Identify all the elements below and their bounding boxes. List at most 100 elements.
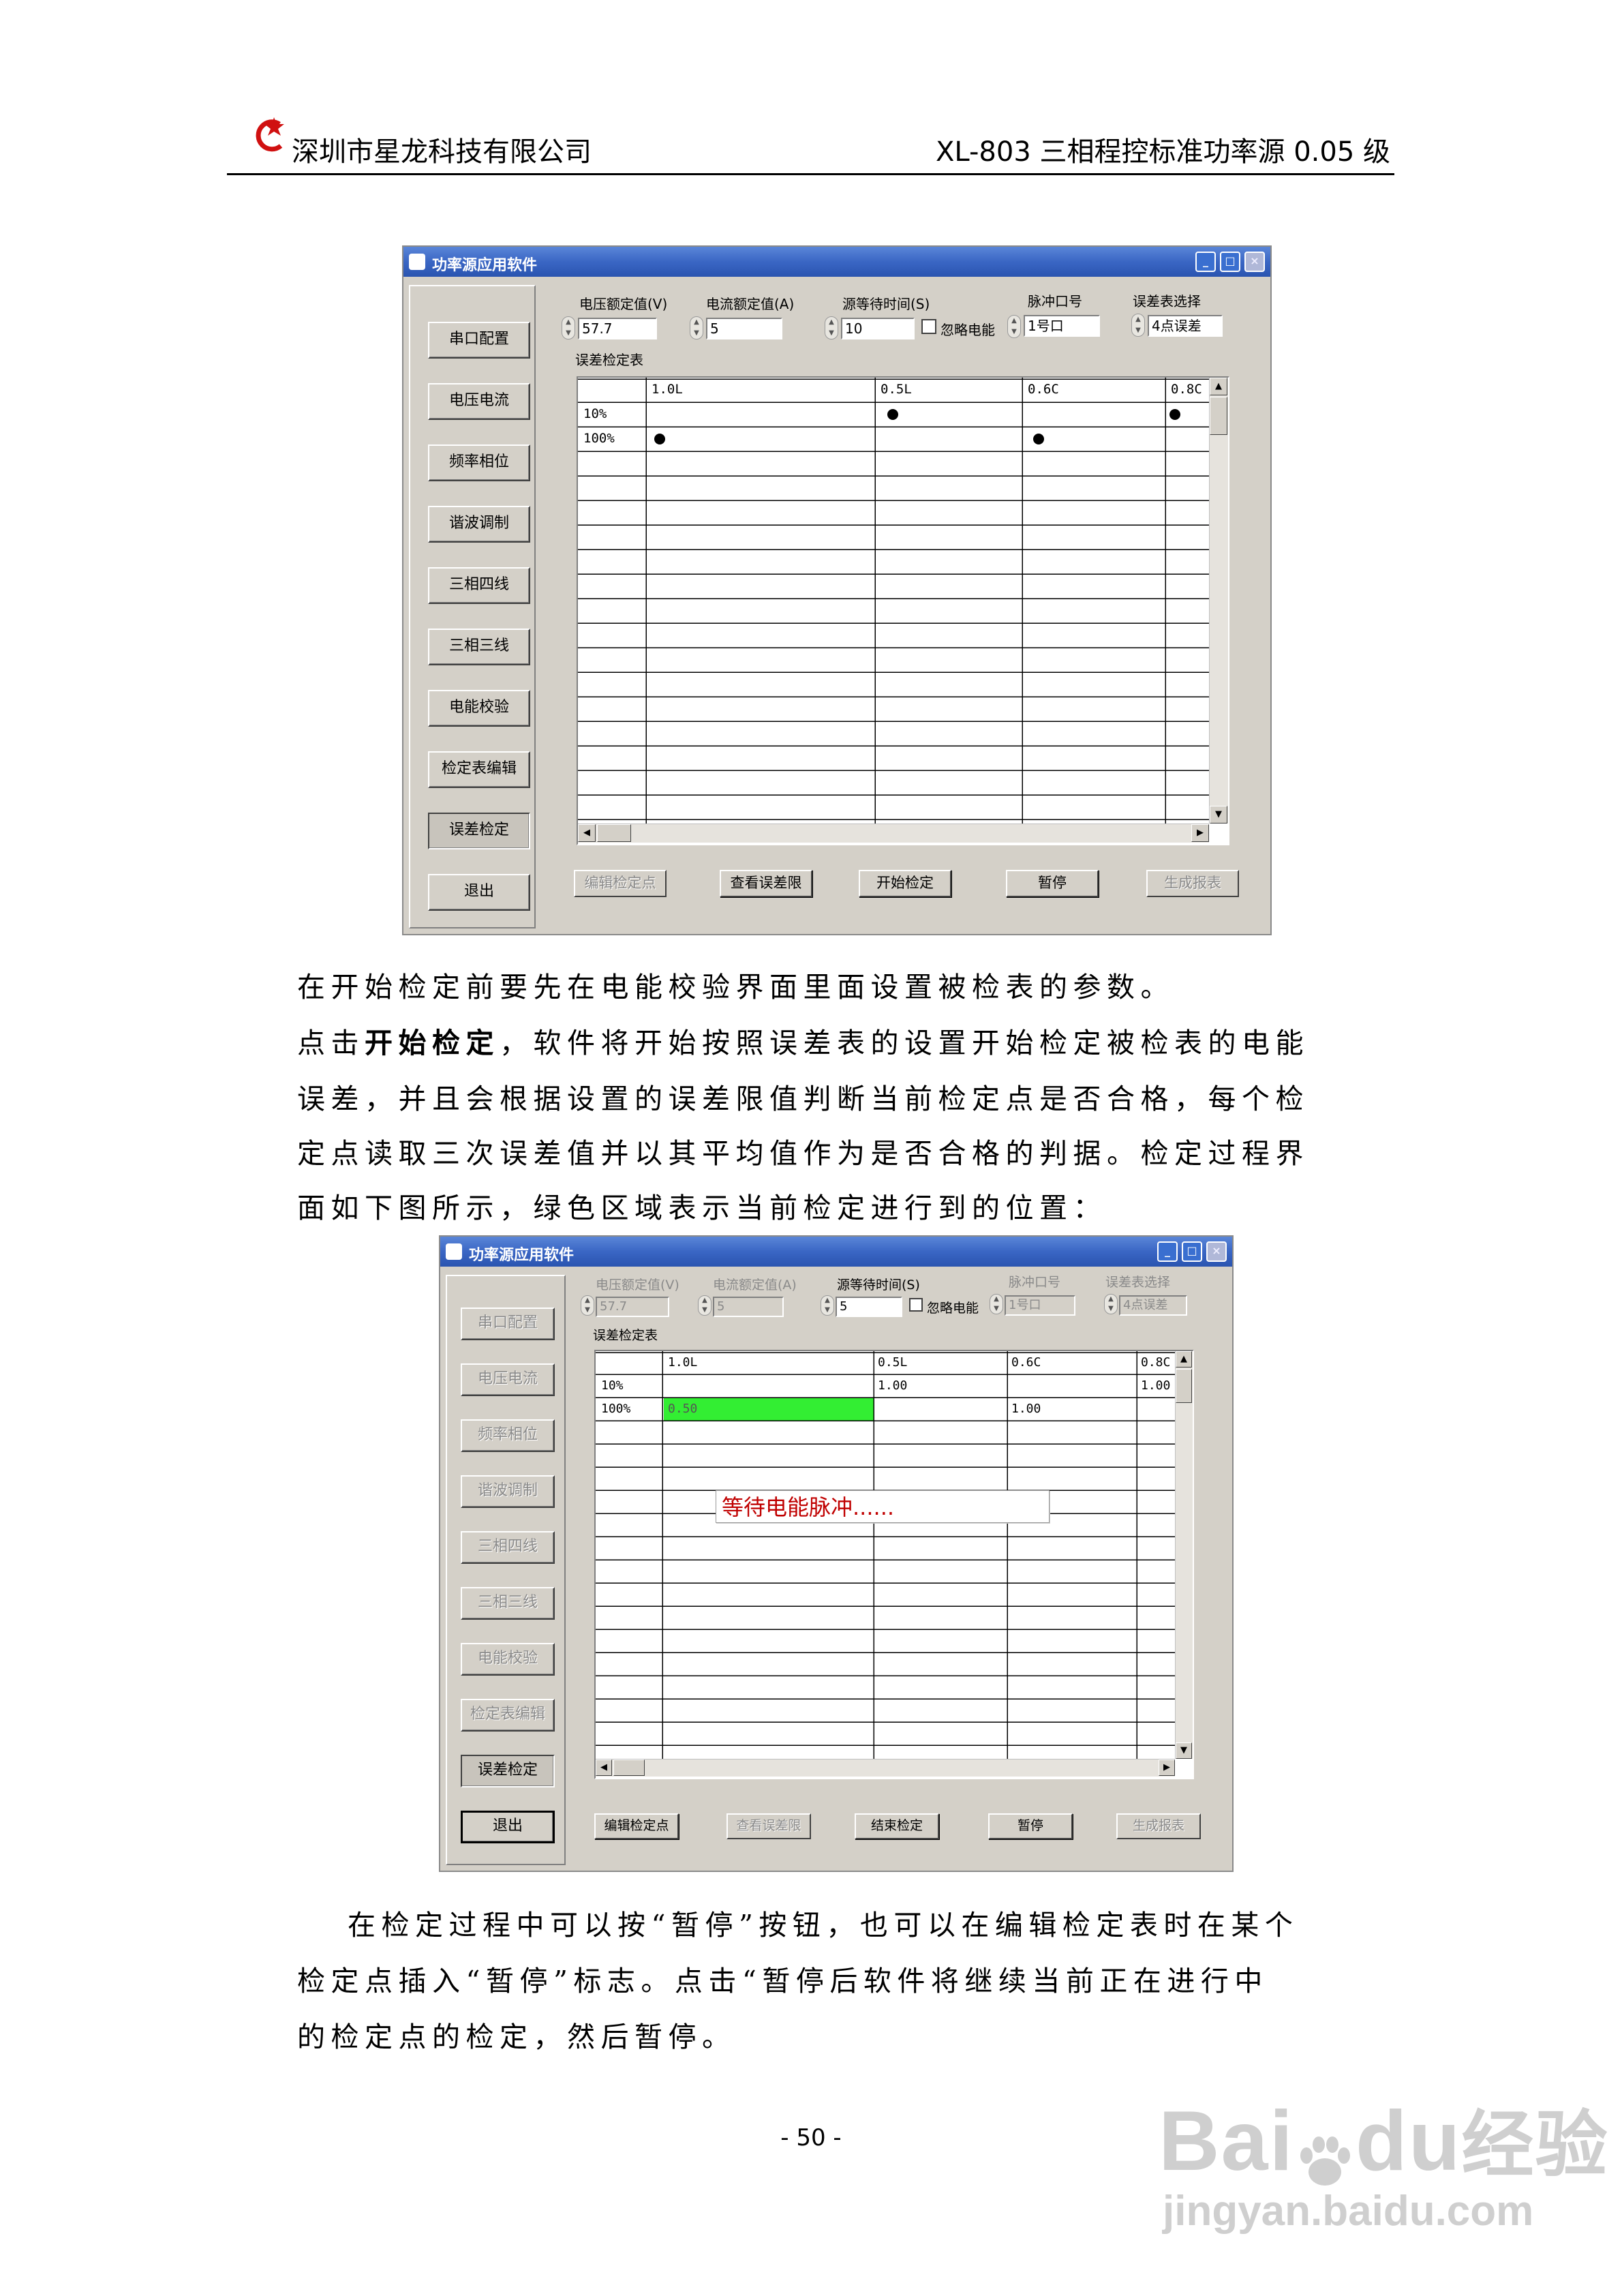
nav-frequency-phase[interactable]: 频率相位: [428, 444, 530, 481]
ignore-energy-checkbox[interactable]: [921, 319, 936, 334]
paragraph-2-line-3: 定点读取三次误差值并以其平均值作为是否合格的判据。检定过程界: [297, 1137, 1309, 1170]
nav-serial-config[interactable]: 串口配置: [461, 1308, 555, 1340]
table-label: 误差检定表: [575, 352, 643, 368]
nav-table-edit[interactable]: 检定表编辑: [428, 751, 530, 788]
pulse-port-spinner[interactable]: ▲ ▼: [990, 1294, 1003, 1314]
scroll-right-icon[interactable]: ▶: [1191, 824, 1209, 842]
wait-time-spinner[interactable]: ▲ ▼: [825, 316, 838, 339]
wait-time-input[interactable]: 5: [836, 1297, 902, 1317]
paragraph-3-line-2: 检定点插入“暂停”标志。点击“暂停后软件将继续当前正在进行中: [297, 1965, 1268, 1997]
pulse-port-spinner[interactable]: ▲ ▼: [1007, 315, 1021, 338]
nav-table-edit[interactable]: 检定表编辑: [461, 1699, 555, 1732]
minimize-button[interactable]: _: [1157, 1241, 1178, 1262]
paw-icon: [1294, 2117, 1356, 2186]
close-button[interactable]: ×: [1206, 1241, 1227, 1262]
nav-voltage-current[interactable]: 电压电流: [461, 1363, 555, 1396]
column-header-2: 0.5L: [878, 1355, 908, 1370]
view-error-limit-button[interactable]: 查看误差限: [726, 1813, 811, 1839]
scroll-down-icon[interactable]: ▼: [1210, 806, 1227, 824]
error-table-select[interactable]: 4点误差: [1148, 315, 1223, 337]
nav-three-phase-four-wire[interactable]: 三相四线: [428, 567, 530, 604]
nav-three-phase-three-wire[interactable]: 三相三线: [461, 1587, 555, 1620]
error-table-spinner[interactable]: ▲ ▼: [1104, 1294, 1118, 1314]
column-header-1: 1.0L: [668, 1355, 698, 1370]
scroll-left-icon[interactable]: ◀: [578, 824, 596, 842]
wait-time-input[interactable]: 10: [841, 318, 915, 339]
generate-report-button[interactable]: 生成报表: [1146, 870, 1239, 897]
scroll-thumb[interactable]: [597, 824, 631, 842]
error-table-spinner[interactable]: ▲ ▼: [1131, 314, 1145, 337]
scroll-thumb[interactable]: [1210, 397, 1227, 435]
nav-voltage-current[interactable]: 电压电流: [428, 383, 530, 420]
scroll-up-icon[interactable]: ▲: [1176, 1351, 1192, 1368]
company-logo-icon: [256, 117, 284, 152]
end-verification-button[interactable]: 结束检定: [855, 1813, 939, 1839]
pause-button[interactable]: 暂停: [1006, 870, 1099, 897]
ignore-energy-label: 忽略电能: [927, 1301, 979, 1316]
scroll-down-icon[interactable]: ▼: [1176, 1742, 1192, 1759]
current-spinner[interactable]: ▲ ▼: [698, 1295, 711, 1316]
current-input[interactable]: 5: [706, 318, 782, 339]
pulse-port-input[interactable]: 1号口: [1024, 315, 1100, 337]
nav-harmonic[interactable]: 谐波调制: [461, 1475, 555, 1508]
edit-checkpoint-button[interactable]: 编辑检定点: [574, 870, 667, 897]
column-header-3: 0.6C: [1028, 382, 1059, 397]
nav-energy-calibration[interactable]: 电能校验: [461, 1643, 555, 1676]
nav-three-phase-three-wire[interactable]: 三相三线: [428, 629, 530, 665]
table-cell: 1.00: [1141, 1378, 1171, 1393]
current-spinner[interactable]: ▲ ▼: [690, 316, 703, 339]
ignore-energy-checkbox[interactable]: [909, 1298, 923, 1312]
maximize-button[interactable]: □: [1220, 252, 1240, 272]
pulse-port-input[interactable]: 1号口: [1005, 1295, 1075, 1316]
scroll-right-icon[interactable]: ▶: [1159, 1759, 1175, 1776]
start-verification-emphasis: 开始检定: [365, 1027, 500, 1059]
minimize-button[interactable]: _: [1195, 252, 1216, 272]
error-table[interactable]: 1.0L 0.5L 0.6C 0.8C 10% 100% ▲ ▼ ◀ ▶: [577, 376, 1229, 845]
voltage-input[interactable]: 57.7: [578, 318, 657, 339]
nav-harmonic[interactable]: 谐波调制: [428, 506, 530, 543]
scroll-thumb[interactable]: [613, 1759, 645, 1776]
current-label: 电流额定值(A): [706, 296, 795, 312]
nav-error-verification[interactable]: 误差检定: [428, 813, 530, 849]
voltage-spinner[interactable]: ▲ ▼: [581, 1295, 594, 1316]
error-table[interactable]: 1.0L 0.5L 0.6C 0.8C 10% 100% 1.00 1.00 0…: [594, 1350, 1194, 1779]
checkpoint-marker: [1169, 409, 1180, 420]
voltage-input[interactable]: 57.7: [596, 1297, 669, 1317]
window-titlebar[interactable]: 功率源应用软件 _ □ ×: [403, 247, 1270, 277]
view-error-limit-button[interactable]: 查看误差限: [720, 870, 812, 897]
window-titlebar[interactable]: 功率源应用软件 _ □ ×: [440, 1237, 1232, 1267]
close-button[interactable]: ×: [1244, 252, 1265, 272]
nav-serial-config[interactable]: 串口配置: [428, 322, 530, 359]
scroll-thumb[interactable]: [1176, 1369, 1192, 1403]
scroll-up-icon[interactable]: ▲: [1210, 378, 1227, 395]
nav-exit[interactable]: 退出: [461, 1811, 555, 1843]
checkpoint-marker: [1033, 434, 1044, 444]
generate-report-button[interactable]: 生成报表: [1116, 1813, 1201, 1839]
nav-three-phase-four-wire[interactable]: 三相四线: [461, 1531, 555, 1564]
scroll-left-icon[interactable]: ◀: [596, 1759, 612, 1776]
pause-button[interactable]: 暂停: [988, 1813, 1073, 1839]
start-verification-button[interactable]: 开始检定: [859, 870, 951, 897]
paragraph-3-line-1: 在检定过程中可以按“暂停”按钮，也可以在编辑检定表时在某个: [348, 1909, 1299, 1942]
error-table-select[interactable]: 4点误差: [1119, 1295, 1187, 1316]
wait-time-spinner[interactable]: ▲ ▼: [821, 1295, 834, 1316]
nav-frequency-phase[interactable]: 频率相位: [461, 1419, 555, 1452]
screenshot-window-1: 功率源应用软件 _ □ × 串口配置 电压电流 频率相位 谐波调制 三相四线 三…: [402, 245, 1272, 935]
edit-checkpoint-button[interactable]: 编辑检定点: [594, 1813, 679, 1839]
table-vertical-scrollbar[interactable]: ▲ ▼: [1175, 1351, 1193, 1759]
app-icon: [409, 254, 425, 270]
current-input[interactable]: 5: [713, 1297, 784, 1317]
nav-error-verification[interactable]: 误差检定: [461, 1755, 555, 1787]
row-header-1: 10%: [583, 406, 607, 421]
column-header-4: 0.8C: [1141, 1355, 1171, 1370]
table-vertical-scrollbar[interactable]: ▲ ▼: [1209, 378, 1228, 824]
nav-energy-calibration[interactable]: 电能校验: [428, 690, 530, 727]
table-horizontal-scrollbar[interactable]: ◀ ▶: [596, 1759, 1175, 1777]
table-cell: 1.00: [1011, 1402, 1041, 1416]
table-horizontal-scrollbar[interactable]: ◀ ▶: [578, 824, 1209, 843]
maximize-button[interactable]: □: [1182, 1241, 1202, 1262]
checkpoint-marker: [654, 434, 665, 444]
nav-exit[interactable]: 退出: [428, 874, 530, 911]
watermark-brand-2: du: [1355, 2094, 1462, 2188]
voltage-spinner[interactable]: ▲ ▼: [562, 316, 575, 339]
